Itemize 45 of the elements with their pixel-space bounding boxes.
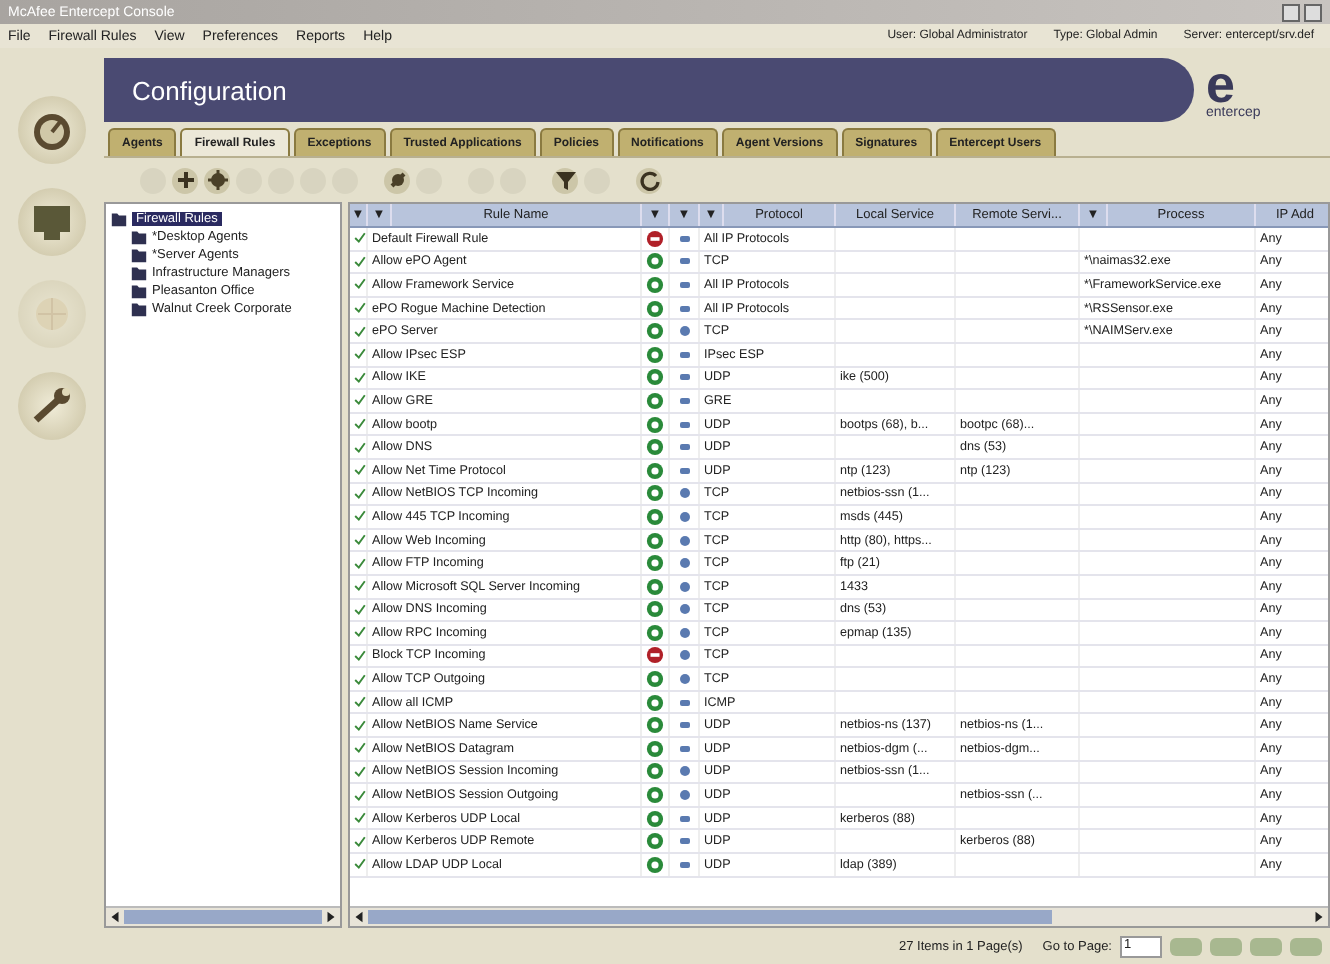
checkmark-icon[interactable] — [354, 253, 366, 270]
toolbar-button[interactable] — [204, 167, 230, 193]
checkmark-icon[interactable] — [354, 439, 366, 456]
checkmark-icon[interactable] — [354, 647, 366, 664]
checkmark-icon[interactable] — [354, 230, 366, 247]
logo-mark: e — [1206, 61, 1235, 105]
checkmark-icon[interactable] — [354, 369, 366, 386]
toolbar-button[interactable] — [384, 167, 410, 193]
checkmark-icon[interactable] — [354, 810, 366, 827]
window-controls-icon[interactable] — [1282, 3, 1322, 21]
checkmark-icon[interactable] — [354, 462, 366, 479]
checkmark-icon[interactable] — [354, 555, 366, 572]
checkmark-icon[interactable] — [354, 276, 366, 293]
checkmark-icon[interactable] — [354, 346, 366, 363]
checkmark-icon[interactable] — [354, 856, 366, 873]
checkmark-icon[interactable] — [354, 416, 366, 433]
checkmark-icon[interactable] — [354, 578, 366, 595]
wrench-icon[interactable] — [18, 372, 86, 440]
checkmark-icon[interactable] — [354, 485, 366, 502]
checkmark-icon[interactable] — [354, 763, 366, 780]
checkmark-icon[interactable] — [354, 601, 366, 618]
checkmark-icon[interactable] — [354, 671, 366, 688]
checkmark-icon[interactable] — [354, 833, 366, 850]
checkmark-icon[interactable] — [354, 624, 366, 641]
checkmark-icon[interactable] — [354, 717, 366, 734]
checkmark-icon[interactable] — [354, 787, 366, 804]
page-title: Configuration — [132, 75, 287, 105]
scroll-left-icon[interactable] — [352, 910, 366, 924]
checkmark-icon[interactable] — [354, 740, 366, 757]
checkmark-icon[interactable] — [354, 323, 366, 340]
scroll-left-icon[interactable] — [108, 910, 122, 924]
checkmark-icon[interactable] — [354, 532, 366, 549]
horizontal-scrollbar[interactable] — [350, 906, 1328, 926]
toolbar-button[interactable] — [552, 167, 578, 193]
monitor-icon[interactable] — [18, 188, 86, 256]
scroll-right-icon[interactable] — [324, 910, 338, 924]
scroll-right-icon[interactable] — [1311, 910, 1326, 924]
checkmark-icon[interactable] — [354, 300, 366, 317]
checkmark-icon[interactable] — [354, 694, 366, 711]
checkmark-icon[interactable] — [354, 508, 366, 525]
horizontal-scrollbar[interactable] — [106, 906, 340, 926]
toolbar-button[interactable] — [636, 167, 662, 193]
toolbar-button[interactable] — [172, 167, 198, 193]
gauge-icon[interactable] — [18, 96, 86, 164]
checkmark-icon[interactable] — [354, 392, 366, 409]
